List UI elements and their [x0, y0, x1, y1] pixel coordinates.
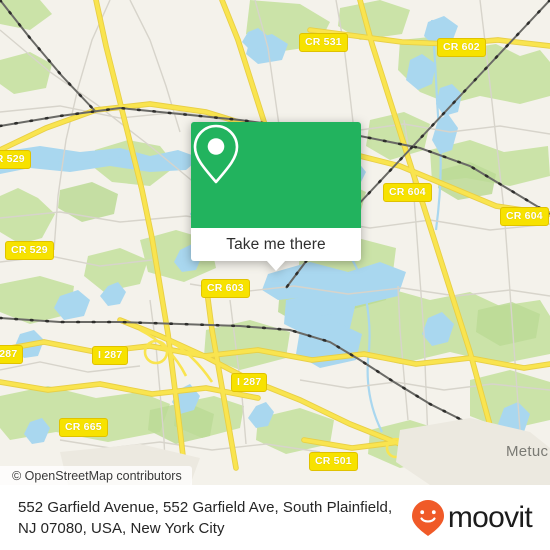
map-screenshot: CR 531 CR 602 CR 529 CR 604 CR 604 CR 52…	[0, 0, 550, 550]
destination-popup[interactable]: Take me there	[191, 122, 361, 271]
road-shield: CR 602	[437, 38, 486, 57]
road-shield: CR 604	[500, 207, 549, 226]
road-shield: CR 531	[299, 33, 348, 52]
road-shield: CR 665	[59, 418, 108, 437]
popup-action[interactable]: Take me there	[191, 228, 361, 271]
moovit-pin-smiley-icon	[411, 499, 444, 536]
place-label-metuchen: Metuc	[506, 443, 549, 460]
map-pin-icon	[193, 124, 239, 184]
popup-pointer	[266, 260, 286, 271]
popup-header	[191, 122, 361, 228]
map-canvas[interactable]: CR 531 CR 602 CR 529 CR 604 CR 604 CR 52…	[0, 0, 550, 485]
road-shield: I 287	[92, 346, 129, 365]
address-text: 552 Garfield Avenue, 552 Garfield Ave, S…	[18, 498, 393, 537]
moovit-brand[interactable]: moovit	[411, 499, 536, 537]
take-me-there-label: Take me there	[226, 235, 326, 253]
moovit-wordmark: moovit	[447, 500, 533, 534]
footer-bar: 552 Garfield Avenue, 552 Garfield Ave, S…	[0, 485, 550, 550]
road-shield: CR 603	[201, 279, 250, 298]
road-shield: CR 529	[0, 150, 31, 169]
road-shield: CR 501	[309, 452, 358, 471]
map-attribution[interactable]: © OpenStreetMap contributors	[0, 466, 192, 485]
road-shield: CR 604	[383, 183, 432, 202]
road-shield: CR 529	[5, 241, 54, 260]
road-shield: I 287	[231, 373, 268, 392]
road-shield: I 287	[0, 345, 24, 364]
